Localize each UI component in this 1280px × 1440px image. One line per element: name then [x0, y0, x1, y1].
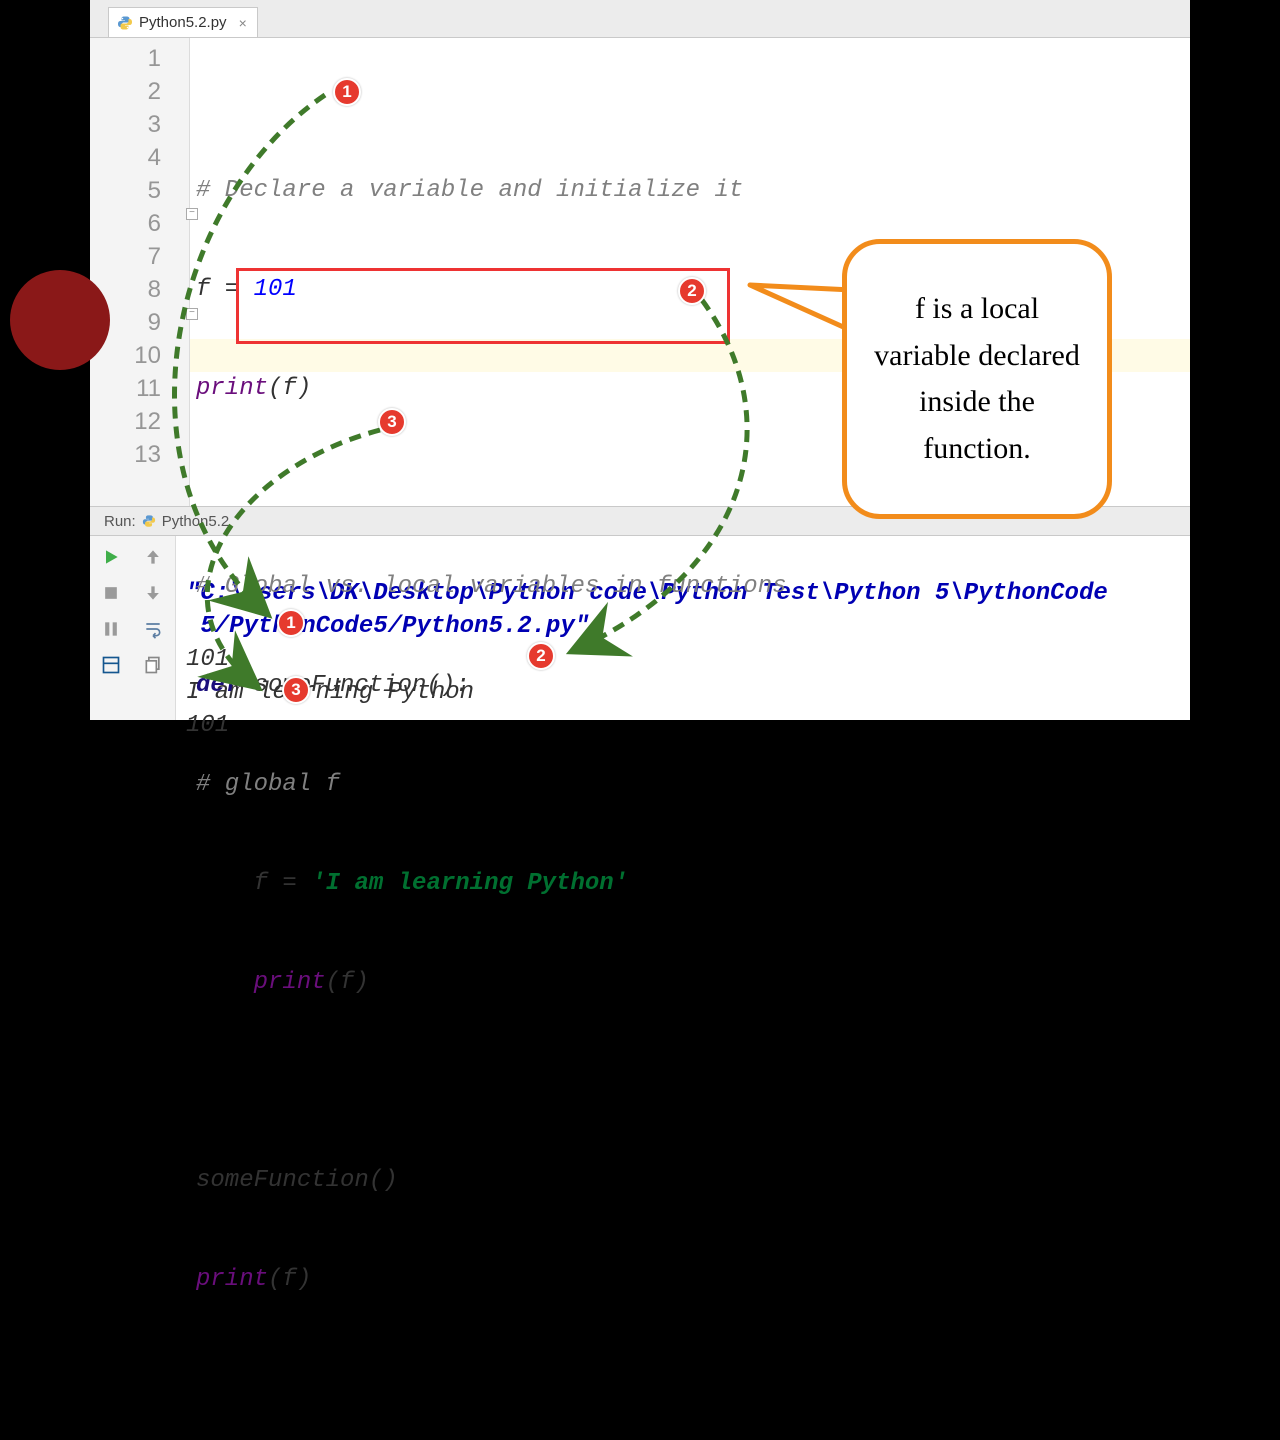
tab-filename: Python5.2.py: [139, 14, 227, 31]
code-comment: # Declare a variable and initialize it: [196, 177, 743, 204]
annotation-badge-2: 2: [527, 642, 555, 670]
pause-button[interactable]: [96, 614, 126, 644]
annotation-badge-1: 1: [277, 609, 305, 637]
console-line: 101: [186, 712, 229, 739]
arrow-down-icon[interactable]: [138, 578, 168, 608]
annotation-callout: f is a local variable declared inside th…: [842, 239, 1112, 519]
callout-text: f is a local variable declared inside th…: [865, 286, 1089, 472]
ide-window: Python5.2.py × 123 456 789 101112 13 − −…: [90, 0, 1190, 720]
stop-button[interactable]: [96, 578, 126, 608]
close-tab-icon[interactable]: ×: [239, 15, 247, 31]
file-tab[interactable]: Python5.2.py ×: [108, 7, 258, 37]
annotation-badge-1: 1: [333, 78, 361, 106]
annotation-badge-3: 3: [282, 676, 310, 704]
decorative-blob: [10, 270, 110, 370]
layout-button[interactable]: [96, 650, 126, 680]
console-line: 101: [186, 646, 229, 673]
wrap-button[interactable]: [138, 614, 168, 644]
console-path: 5/PythonCode5/Python5.2.py": [186, 613, 589, 640]
annotation-badge-2: 2: [678, 277, 706, 305]
code-comment: # global f: [196, 771, 340, 798]
arrow-up-icon[interactable]: [138, 542, 168, 572]
code-comment: # Global vs. local variables in function…: [196, 573, 787, 600]
run-label: Run:: [104, 513, 136, 530]
annotation-badge-3: 3: [378, 408, 406, 436]
python-run-icon: [142, 514, 156, 528]
python-file-icon: [117, 15, 133, 31]
run-button[interactable]: [96, 542, 126, 572]
line-gutter: 123 456 789 101112 13: [90, 38, 190, 506]
copy-button[interactable]: [138, 650, 168, 680]
console-toolbar: [90, 536, 176, 720]
tab-bar: Python5.2.py ×: [90, 0, 1190, 38]
